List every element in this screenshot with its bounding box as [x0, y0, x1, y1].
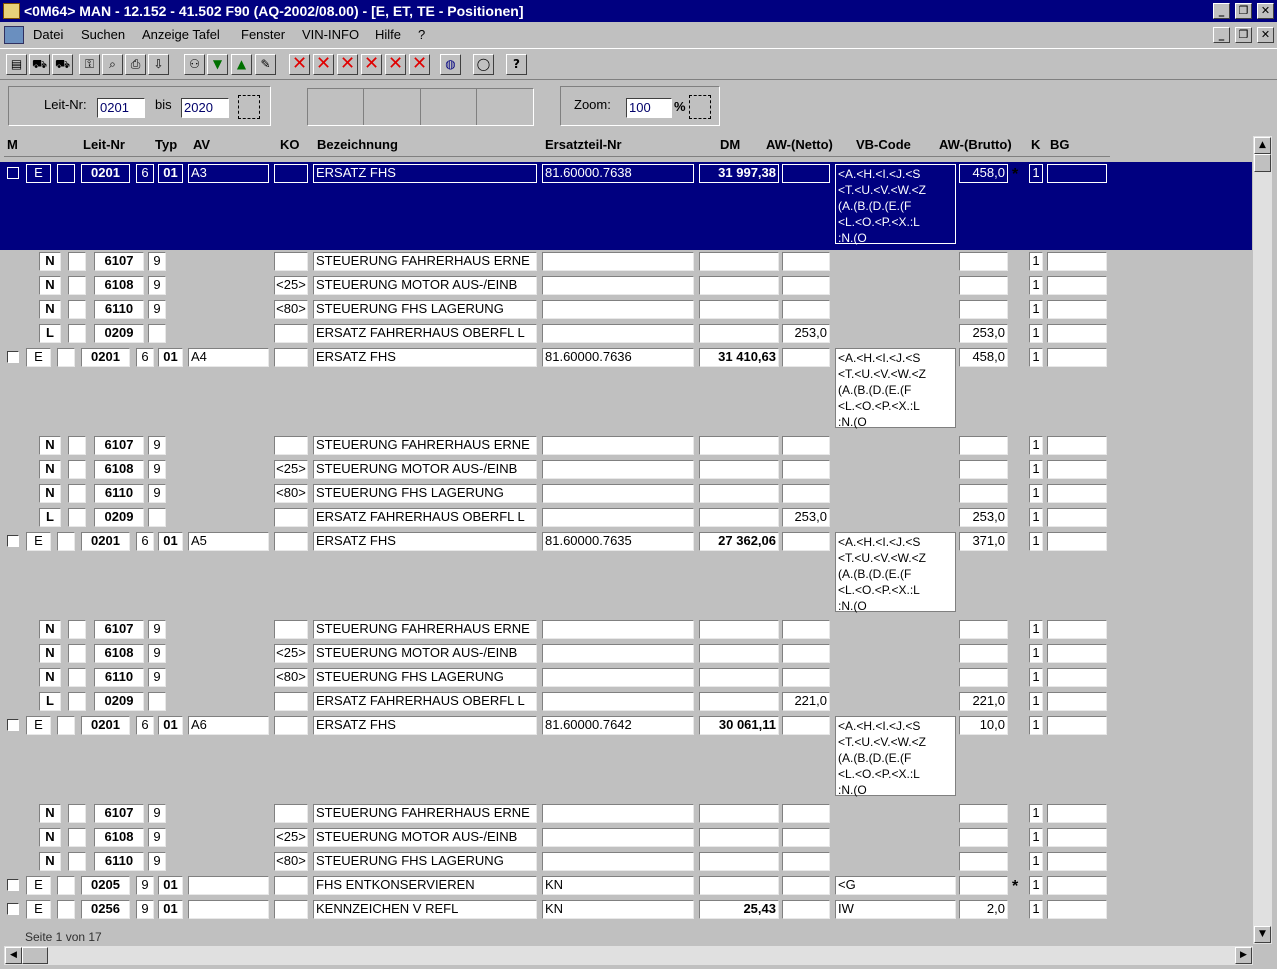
- row-sub[interactable]: 01: [158, 900, 183, 919]
- col-av: AV: [193, 137, 211, 152]
- menu-vin-info[interactable]: VIN-INFO: [302, 27, 359, 42]
- doc-minimize-button[interactable]: _: [1213, 27, 1230, 43]
- col-bezeichnung: Bezeichnung: [317, 137, 398, 152]
- print-icon[interactable]: ⎙: [125, 54, 146, 75]
- leit-range-panel: Leit-Nr: 0201 bis 2020: [8, 86, 271, 126]
- menu-bar: Datei Suchen Anzeige Tafel Fenster VIN-I…: [0, 24, 1277, 46]
- bis-label: bis: [155, 97, 172, 112]
- horizontal-scrollbar[interactable]: ◀ ▶: [4, 946, 1253, 965]
- scroll-left-icon[interactable]: ◀: [5, 947, 22, 964]
- delete-icon[interactable]: ✕: [385, 54, 406, 75]
- row-av[interactable]: [188, 900, 269, 919]
- zoom-input[interactable]: 100: [626, 98, 672, 118]
- row-checkbox[interactable]: [7, 903, 19, 915]
- magnifier-icon[interactable]: ⌕: [102, 54, 123, 75]
- car-icon[interactable]: ⛟: [29, 54, 50, 75]
- drop-target[interactable]: [238, 95, 260, 119]
- row-ko[interactable]: [274, 900, 308, 919]
- col-aw-netto: AW-(Netto): [766, 137, 833, 152]
- key-icon[interactable]: ⚿: [79, 54, 100, 75]
- menu-anzeige-tafel[interactable]: Anzeige Tafel: [142, 27, 220, 42]
- document-icon[interactable]: [4, 26, 24, 44]
- minimize-button[interactable]: _: [1213, 3, 1230, 19]
- leit-to-input[interactable]: 2020: [181, 98, 229, 118]
- row-bg[interactable]: [1047, 900, 1107, 919]
- col-k: K: [1031, 137, 1041, 152]
- pen-icon[interactable]: ✎: [255, 54, 276, 75]
- tab-slots: [307, 88, 534, 126]
- delete-icon[interactable]: ✕: [313, 54, 334, 75]
- title-bar: <0M64> MAN - 12.152 - 41.502 F90 (AQ-200…: [0, 0, 1277, 22]
- row-leit-nr[interactable]: 0256: [81, 900, 130, 919]
- speech-bubble-icon[interactable]: ◯: [473, 54, 494, 75]
- delete-icon[interactable]: ✕: [289, 54, 310, 75]
- zoom-unit: %: [674, 99, 686, 114]
- menu-datei[interactable]: Datei: [33, 27, 63, 42]
- export-icon[interactable]: ⇩: [148, 54, 169, 75]
- help-icon[interactable]: ?: [506, 54, 527, 75]
- menu-hilfe[interactable]: Hilfe: [375, 27, 401, 42]
- window-title: <0M64> MAN - 12.152 - 41.502 F90 (AQ-200…: [24, 3, 524, 19]
- col-typ: Typ: [155, 137, 178, 152]
- page-status: Seite 1 von 17: [25, 930, 102, 944]
- truck-icon[interactable]: ⛟: [52, 54, 73, 75]
- row-aw-brutto[interactable]: 2,0: [959, 900, 1008, 919]
- col-aw-brutto: AW-(Brutto): [939, 137, 1012, 152]
- doc-restore-button[interactable]: ❐: [1235, 27, 1252, 43]
- scroll-right-icon[interactable]: ▶: [1235, 947, 1252, 964]
- col-dm: DM: [720, 137, 741, 152]
- vertical-scroll-thumb[interactable]: [1254, 154, 1271, 172]
- row-bezeichnung[interactable]: KENNZEICHEN V REFL: [313, 900, 537, 919]
- col-vb-code: VB-Code: [856, 137, 911, 152]
- horizontal-scroll-thumb[interactable]: [22, 947, 48, 964]
- position-group: E 0256 9 01 KENNZEICHEN V REFL KN 25,43 IW 2,0 1: [0, 162, 1252, 942]
- row-m[interactable]: E: [26, 900, 51, 919]
- zoom-label: Zoom:: [574, 97, 611, 112]
- menu-suchen[interactable]: Suchen: [81, 27, 125, 42]
- arrow-down-icon[interactable]: ▼: [207, 54, 228, 75]
- arrow-up-icon[interactable]: ▲: [231, 54, 252, 75]
- leit-from-input[interactable]: 0201: [97, 98, 145, 118]
- positions-grid: E 0201 6 01 A3 ERSATZ FHS 81.60000.7638 31 997,…: [0, 162, 1252, 942]
- cabinet-icon[interactable]: ▤: [6, 54, 27, 75]
- row-aw-netto[interactable]: [782, 900, 830, 919]
- row-vb-code[interactable]: IW: [835, 900, 956, 919]
- row-flag[interactable]: [57, 900, 75, 919]
- col-bg: BG: [1050, 137, 1070, 152]
- globe-icon[interactable]: ◍: [440, 54, 461, 75]
- row-ersatzteil[interactable]: KN: [542, 900, 694, 919]
- app-icon[interactable]: [3, 3, 20, 19]
- zoom-drop-target[interactable]: [689, 95, 711, 119]
- vertical-scrollbar[interactable]: ▲ ▼: [1253, 136, 1272, 944]
- close-button[interactable]: ✕: [1257, 3, 1274, 19]
- header-divider: [4, 156, 1110, 157]
- row-typ[interactable]: 9: [136, 900, 154, 919]
- restore-button[interactable]: ❐: [1235, 3, 1252, 19]
- row-k[interactable]: 1: [1029, 900, 1043, 919]
- menu-question[interactable]: ?: [418, 27, 425, 42]
- group-icon[interactable]: ⚇: [184, 54, 205, 75]
- col-ko: KO: [280, 137, 300, 152]
- delete-icon[interactable]: ✕: [409, 54, 430, 75]
- delete-icon[interactable]: ✕: [361, 54, 382, 75]
- scroll-down-icon[interactable]: ▼: [1254, 926, 1271, 943]
- zoom-panel: Zoom: 100 %: [560, 86, 720, 126]
- toolbar: ▤ ⛟ ⛟ ⚿ ⌕ ⎙ ⇩ ⚇ ▼ ▲ ✎ ✕ ✕ ✕ ✕ ✕ ✕ ◍ ◯ ?: [0, 48, 1277, 80]
- col-m: M: [7, 137, 18, 152]
- doc-close-button[interactable]: ✕: [1257, 27, 1274, 43]
- col-leit-nr: Leit-Nr: [83, 137, 125, 152]
- scroll-up-icon[interactable]: ▲: [1254, 137, 1271, 154]
- row-dm[interactable]: 25,43: [699, 900, 779, 919]
- col-ersatzteil: Ersatzteil-Nr: [545, 137, 622, 152]
- leit-label: Leit-Nr:: [44, 97, 87, 112]
- menu-fenster[interactable]: Fenster: [241, 27, 285, 42]
- delete-icon[interactable]: ✕: [337, 54, 358, 75]
